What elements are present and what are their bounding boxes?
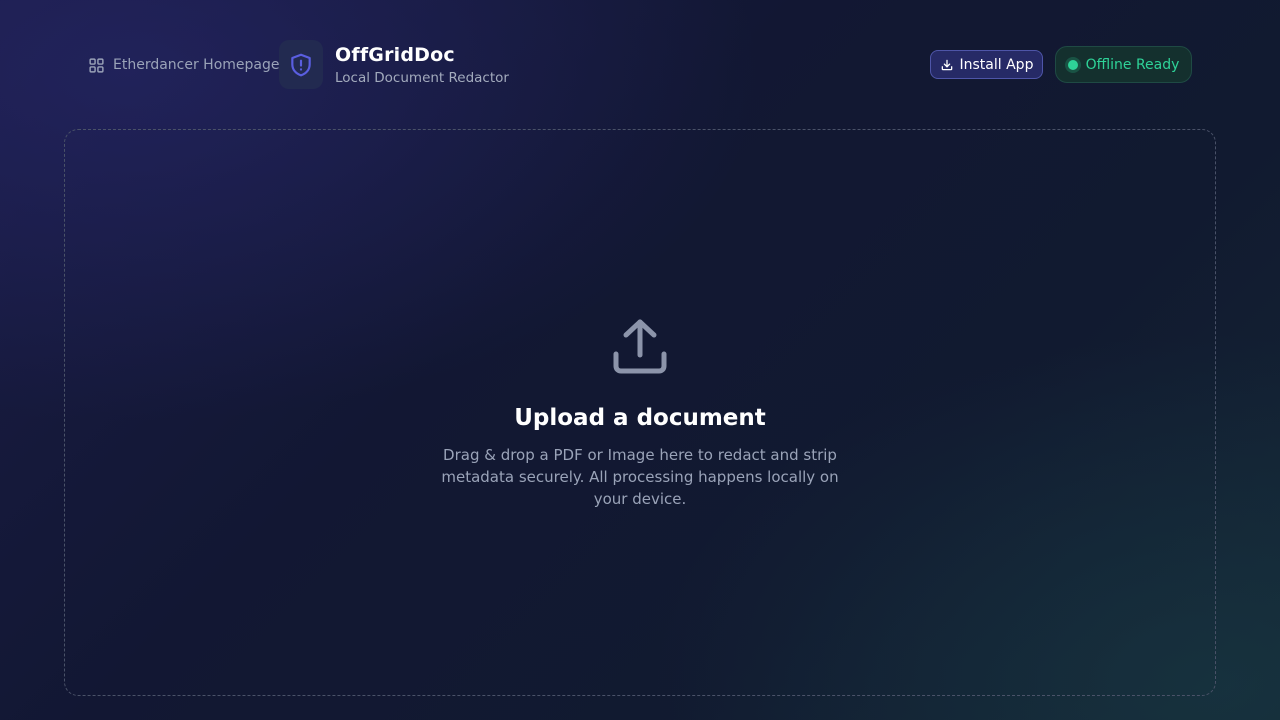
offline-status-badge: Offline Ready xyxy=(1055,46,1192,83)
install-app-label: Install App xyxy=(959,56,1034,73)
upload-description: Drag & drop a PDF or Image here to redac… xyxy=(441,446,839,508)
install-app-button[interactable]: Install App xyxy=(930,50,1043,79)
download-icon xyxy=(941,59,952,70)
brand-logo xyxy=(279,40,323,89)
status-dot-icon xyxy=(1067,59,1078,70)
homepage-link[interactable]: Etherdancer Homepage xyxy=(88,55,280,75)
homepage-link-label: Etherdancer Homepage xyxy=(113,57,280,73)
app-header: Etherdancer Homepage OffGridDoc Local Do… xyxy=(0,0,1280,128)
brand-title: OffGridDoc xyxy=(335,44,455,66)
brand-subtitle: Local Document Redactor xyxy=(335,70,509,86)
upload-title: Upload a document xyxy=(514,405,766,431)
shield-alert-icon xyxy=(291,53,311,76)
grid-icon xyxy=(89,57,104,73)
upload-icon xyxy=(613,319,667,374)
offline-status-label: Offline Ready xyxy=(1085,56,1180,73)
